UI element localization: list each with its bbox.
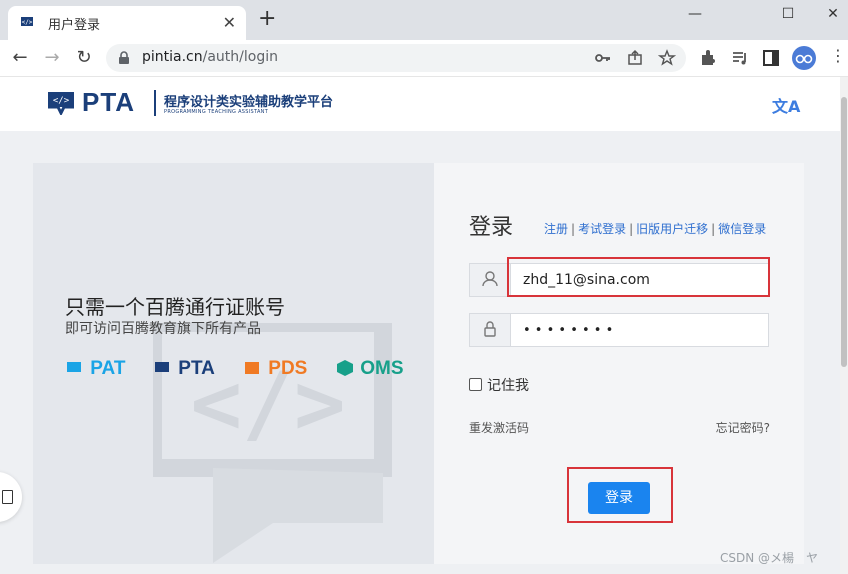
pds-logo-icon xyxy=(245,362,259,374)
back-icon[interactable]: ← xyxy=(8,46,32,70)
site-header: </> PTA 程序设计类实验辅助教学平台 PROGRAMMING TEACHI… xyxy=(0,77,840,131)
user-icon xyxy=(482,271,498,287)
language-switch-icon[interactable]: 文A xyxy=(772,93,800,117)
glasses-icon xyxy=(795,54,813,64)
forward-icon[interactable]: → xyxy=(40,46,64,70)
key-icon[interactable] xyxy=(594,49,612,67)
extensions-icon[interactable] xyxy=(698,48,718,68)
window-restore-button[interactable]: ☐ xyxy=(773,2,803,26)
reload-icon[interactable]: ↻ xyxy=(72,46,96,70)
exam-login-link[interactable]: 考试登录 xyxy=(578,222,626,236)
tab-close-icon[interactable]: ✕ xyxy=(223,13,236,32)
window-minimize-button[interactable]: — xyxy=(680,2,710,26)
media-queue-icon[interactable] xyxy=(730,48,750,68)
remember-me[interactable]: 记住我 xyxy=(469,375,529,395)
promo-panel: </> 只需一个百腾通行证账号 即可访问百腾教育旗下所有产品 PAT PTA P… xyxy=(33,163,434,564)
pta-small-logo-icon xyxy=(155,362,169,372)
scrollbar-thumb[interactable] xyxy=(841,97,847,367)
browser-menu-icon[interactable]: ⋮ xyxy=(830,46,846,65)
browser-tab[interactable]: </> 用户登录 ✕ xyxy=(8,6,246,40)
window-close-button[interactable]: ✕ xyxy=(818,2,848,26)
user-addon xyxy=(470,264,511,296)
remember-checkbox[interactable] xyxy=(469,378,482,391)
address-bar[interactable]: pintia.cn/auth/login xyxy=(106,44,686,72)
logo-subtitle-en: PROGRAMMING TEACHING ASSISTANT xyxy=(164,109,269,115)
page-scrollbar[interactable] xyxy=(840,77,848,574)
password-value[interactable]: • • • • • • • • xyxy=(523,323,613,338)
brand-pat: PAT xyxy=(65,358,125,383)
logo-subtitle-cn: 程序设计类实验辅助教学平台 xyxy=(164,95,334,110)
lock-icon xyxy=(119,51,129,64)
register-link[interactable]: 注册 xyxy=(544,222,568,236)
promo-headline: 只需一个百腾通行证账号 xyxy=(65,295,285,319)
bookmark-star-icon[interactable] xyxy=(658,49,676,67)
floating-feedback-button[interactable] xyxy=(0,472,22,522)
legacy-migration-link[interactable]: 旧版用户迁移 xyxy=(636,222,708,236)
brand-pta: PTA xyxy=(153,358,215,383)
login-title: 登录 xyxy=(469,215,514,240)
side-panel-icon[interactable] xyxy=(761,48,781,68)
username-highlight-box xyxy=(507,257,770,297)
share-icon[interactable] xyxy=(626,49,644,67)
pta-logo-icon[interactable]: </> xyxy=(46,91,78,115)
login-button-highlight-box xyxy=(567,467,673,523)
profile-avatar[interactable] xyxy=(792,46,816,70)
password-lock-icon xyxy=(484,321,496,337)
tab-title: 用户登录 xyxy=(48,18,101,33)
resend-activation-link[interactable]: 重发激活码 xyxy=(469,419,529,436)
logo-divider xyxy=(154,90,156,116)
url-text: pintia.cn/auth/login xyxy=(142,49,278,65)
password-field[interactable]: • • • • • • • • xyxy=(469,313,769,347)
svg-text:</>: </> xyxy=(22,19,33,26)
new-tab-button[interactable]: + xyxy=(258,8,276,30)
promo-subline: 即可访问百腾教育旗下所有产品 xyxy=(65,321,261,337)
forgot-password-link[interactable]: 忘记密码? xyxy=(716,419,770,436)
wechat-login-link[interactable]: 微信登录 xyxy=(718,222,766,236)
feedback-icon xyxy=(2,490,13,504)
brand-pds: PDS xyxy=(243,358,307,383)
oms-logo-icon xyxy=(337,360,353,376)
logo-text: PTA xyxy=(82,87,136,117)
browser-tab-bar: </> 用户登录 ✕ + — ☐ ✕ xyxy=(0,0,848,40)
lock-addon xyxy=(470,314,511,346)
pat-logo-icon xyxy=(67,362,81,372)
remember-label: 记住我 xyxy=(487,378,529,394)
csdn-watermark: CSDN @メ楊 ヤ xyxy=(720,551,819,565)
login-links: 注册 | 考试登录 | 旧版用户迁移 | 微信登录 xyxy=(544,222,767,236)
svg-text:</>: </> xyxy=(53,96,70,106)
browser-toolbar: ← → ↻ pintia.cn/auth/login ⋮ xyxy=(0,40,848,77)
brand-oms: OMS xyxy=(335,358,404,383)
pta-favicon-icon: </> xyxy=(21,17,33,26)
